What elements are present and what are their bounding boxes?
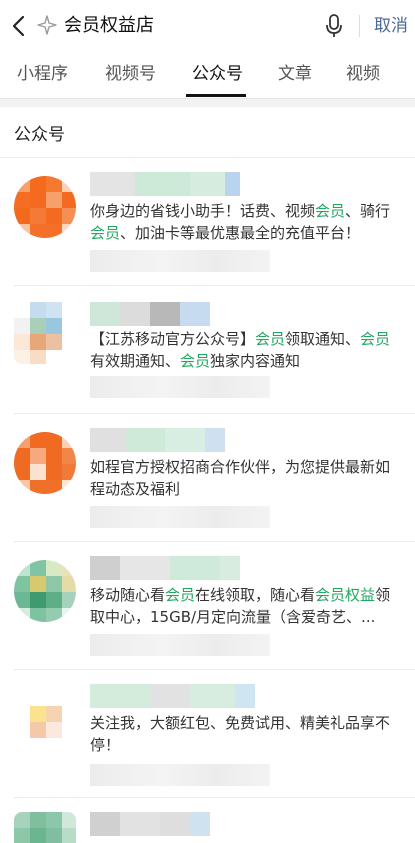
tab-channels[interactable]: 视频号	[105, 60, 156, 88]
account-name-blurred	[90, 172, 240, 196]
ai-sparkle-icon	[37, 15, 57, 35]
account-meta-blurred	[90, 764, 270, 786]
section-gap	[0, 99, 415, 107]
account-name-blurred	[90, 684, 255, 708]
account-name-blurred	[90, 428, 225, 452]
avatar	[14, 302, 76, 364]
section-title: 公众号	[14, 125, 65, 145]
cancel-button[interactable]: 取消	[374, 12, 408, 40]
tab-mini-programs[interactable]: 小程序	[17, 60, 68, 88]
avatar	[14, 812, 76, 843]
active-tab-indicator	[186, 94, 246, 97]
account-meta-blurred	[90, 506, 270, 528]
account-description: 移动随心看会员在线领取，随心看会员权益领取中心，15GB/月定向流量（含爱奇艺、…	[90, 586, 391, 626]
result-item[interactable]: 你身边的省钱小助手！话费、视频会员、骑行会员、加油卡等最优惠最全的充值平台！	[0, 158, 415, 286]
avatar	[14, 560, 76, 622]
search-input[interactable]: 会员权益店	[64, 12, 154, 40]
result-item[interactable]	[0, 798, 415, 843]
account-description: 你身边的省钱小助手！话费、视频会员、骑行会员、加油卡等最优惠最全的充值平台！	[90, 202, 391, 242]
avatar	[14, 176, 76, 238]
category-tabs: 小程序 视频号 公众号 文章 视频	[0, 52, 415, 99]
account-meta-blurred	[90, 376, 270, 398]
avatar	[14, 432, 76, 494]
account-description: 关注我，大额红包、免费试用、精美礼品享不停！	[90, 714, 391, 754]
tab-articles[interactable]: 文章	[278, 60, 312, 88]
tab-official-accounts[interactable]: 公众号	[192, 60, 243, 88]
account-name-blurred	[90, 302, 210, 326]
result-item[interactable]: 移动随心看会员在线领取，随心看会员权益领取中心，15GB/月定向流量（含爱奇艺、…	[0, 542, 415, 670]
microphone-icon[interactable]	[323, 12, 345, 40]
account-description: 【江苏移动官方公众号】会员领取通知、会员有效期通知、会员独家内容通知	[90, 330, 391, 370]
result-item[interactable]: 【江苏移动官方公众号】会员领取通知、会员有效期通知、会员独家内容通知	[0, 286, 415, 414]
back-chevron-icon[interactable]	[8, 12, 30, 40]
account-name-blurred	[90, 812, 210, 836]
result-item[interactable]: 关注我，大额红包、免费试用、精美礼品享不停！	[0, 670, 415, 798]
avatar	[14, 690, 76, 752]
account-meta-blurred	[90, 634, 270, 656]
bar-divider	[359, 15, 360, 37]
result-item[interactable]: 如程官方授权招商合作伙伴，为您提供最新如程动态及福利	[0, 414, 415, 542]
account-name-blurred	[90, 556, 240, 580]
account-meta-blurred	[90, 250, 270, 272]
search-bar: 会员权益店 取消	[0, 0, 415, 52]
account-description: 如程官方授权招商合作伙伴，为您提供最新如程动态及福利	[90, 458, 391, 498]
tab-videos[interactable]: 视频	[346, 60, 380, 88]
